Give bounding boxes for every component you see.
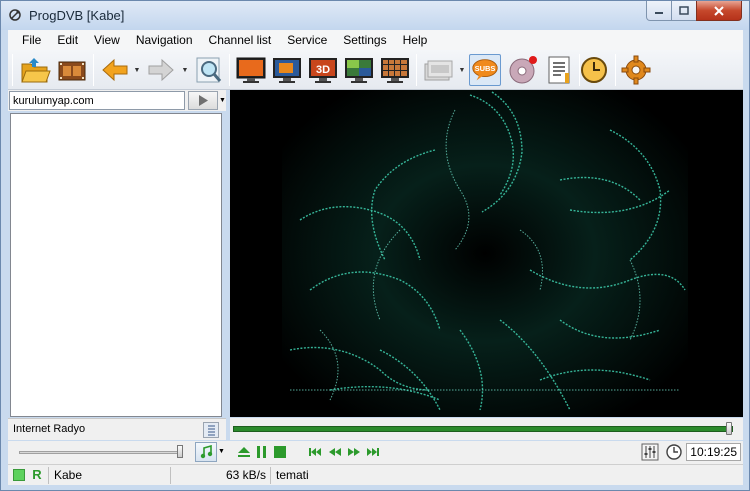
equalizer-icon[interactable] (641, 443, 659, 461)
back-arrow-icon[interactable] (99, 54, 131, 86)
toolbar-separator (416, 54, 417, 86)
channel-list[interactable] (10, 113, 222, 417)
toolbar-separator (93, 54, 94, 86)
status-bar: R Kabe 63 kB/s temati (8, 464, 743, 485)
rewind-icon[interactable] (328, 446, 342, 458)
search-dropdown-icon[interactable]: ▼ (219, 96, 227, 106)
seek-knob[interactable] (726, 422, 732, 435)
menu-help[interactable]: Help (395, 30, 436, 50)
screen-fullscreen-icon[interactable] (235, 54, 267, 86)
epg-list-icon[interactable] (543, 54, 575, 86)
menu-view[interactable]: View (86, 30, 128, 50)
menu-navigation[interactable]: Navigation (128, 30, 201, 50)
screen-window-icon[interactable] (271, 54, 303, 86)
recordings-icon[interactable] (422, 54, 454, 86)
sleep-timer-icon[interactable] (665, 443, 683, 461)
svg-text:SUBS: SUBS (475, 64, 496, 73)
menu-service[interactable]: Service (279, 30, 335, 50)
status-channel: Kabe (48, 467, 170, 484)
close-icon (714, 5, 724, 16)
minimize-button[interactable] (646, 1, 672, 21)
skip-back-icon[interactable] (308, 446, 322, 458)
audio-track-dropdown-icon[interactable]: ▼ (218, 448, 225, 455)
toolbar-separator (12, 54, 13, 86)
record-disc-icon[interactable] (507, 54, 539, 86)
settings-gear-icon[interactable] (620, 54, 652, 86)
channel-list-footer: Internet Radyo (8, 418, 226, 440)
epg-search-icon[interactable] (193, 54, 225, 86)
menu-settings[interactable]: Settings (335, 30, 394, 50)
film-strip-icon[interactable] (56, 54, 88, 86)
close-button[interactable] (696, 1, 742, 21)
eject-icon[interactable] (237, 446, 251, 458)
pause-icon[interactable] (255, 446, 269, 458)
music-note-icon (200, 445, 213, 459)
playback-controls: ▼ 10:19:25 (8, 441, 743, 464)
menu-file[interactable]: File (8, 30, 49, 50)
window-title: ProgDVB [Kabe] (29, 8, 125, 23)
forward-arrow-icon[interactable] (145, 54, 177, 86)
record-status-icon: R (32, 467, 42, 482)
maximize-button[interactable] (671, 1, 697, 21)
title-bar: ProgDVB [Kabe] (1, 1, 749, 30)
status-info: temati (270, 467, 470, 484)
current-channel-group: Internet Radyo (13, 423, 86, 435)
picture-in-picture-icon[interactable] (343, 54, 375, 86)
svg-text:3D: 3D (316, 64, 330, 76)
list-icon (208, 425, 215, 436)
maximize-icon (679, 6, 689, 15)
volume-slider[interactable] (19, 451, 179, 454)
stop-icon[interactable] (273, 446, 287, 458)
clock-display: 10:19:25 (686, 443, 741, 461)
menu-channel-list[interactable]: Channel list (201, 30, 280, 50)
forward-dropdown-icon[interactable]: ▼ (181, 67, 189, 75)
menu-edit[interactable]: Edit (49, 30, 86, 50)
recordings-dropdown-icon[interactable]: ▼ (458, 67, 466, 75)
toolbar: ▼ ▼ 3D ▼ SUBS (8, 50, 743, 90)
video-display[interactable] (230, 90, 743, 417)
audio-visualization (282, 90, 688, 417)
audio-track-button[interactable] (195, 442, 217, 462)
toolbar-separator (229, 54, 230, 86)
app-window: ProgDVB [Kabe] File Edit View Navigation… (0, 0, 750, 491)
open-folder-icon[interactable] (19, 54, 51, 86)
scheduler-clock-icon[interactable] (578, 54, 610, 86)
channel-search-input[interactable] (9, 91, 185, 110)
channel-search-row: ▼ (8, 90, 226, 111)
fast-forward-icon[interactable] (347, 446, 361, 458)
search-play-button[interactable] (188, 91, 218, 110)
3d-mode-icon[interactable]: 3D (307, 54, 339, 86)
menu-bar: File Edit View Navigation Channel list S… (8, 30, 743, 50)
minimize-icon (655, 11, 663, 14)
channel-list-menu-button[interactable] (203, 422, 219, 438)
signal-status-indicator (13, 469, 25, 481)
subtitles-icon[interactable]: SUBS (469, 54, 501, 86)
back-dropdown-icon[interactable]: ▼ (133, 67, 141, 75)
toolbar-separator (615, 54, 616, 86)
seek-bar[interactable] (233, 426, 733, 432)
skip-forward-icon[interactable] (366, 446, 380, 458)
app-satellite-icon[interactable] (8, 8, 22, 22)
seek-bar-area (230, 418, 743, 440)
play-triangle-icon (199, 95, 208, 106)
volume-knob[interactable] (177, 445, 183, 458)
status-bitrate: 63 kB/s (170, 467, 270, 484)
mosaic-grid-icon[interactable] (379, 54, 411, 86)
